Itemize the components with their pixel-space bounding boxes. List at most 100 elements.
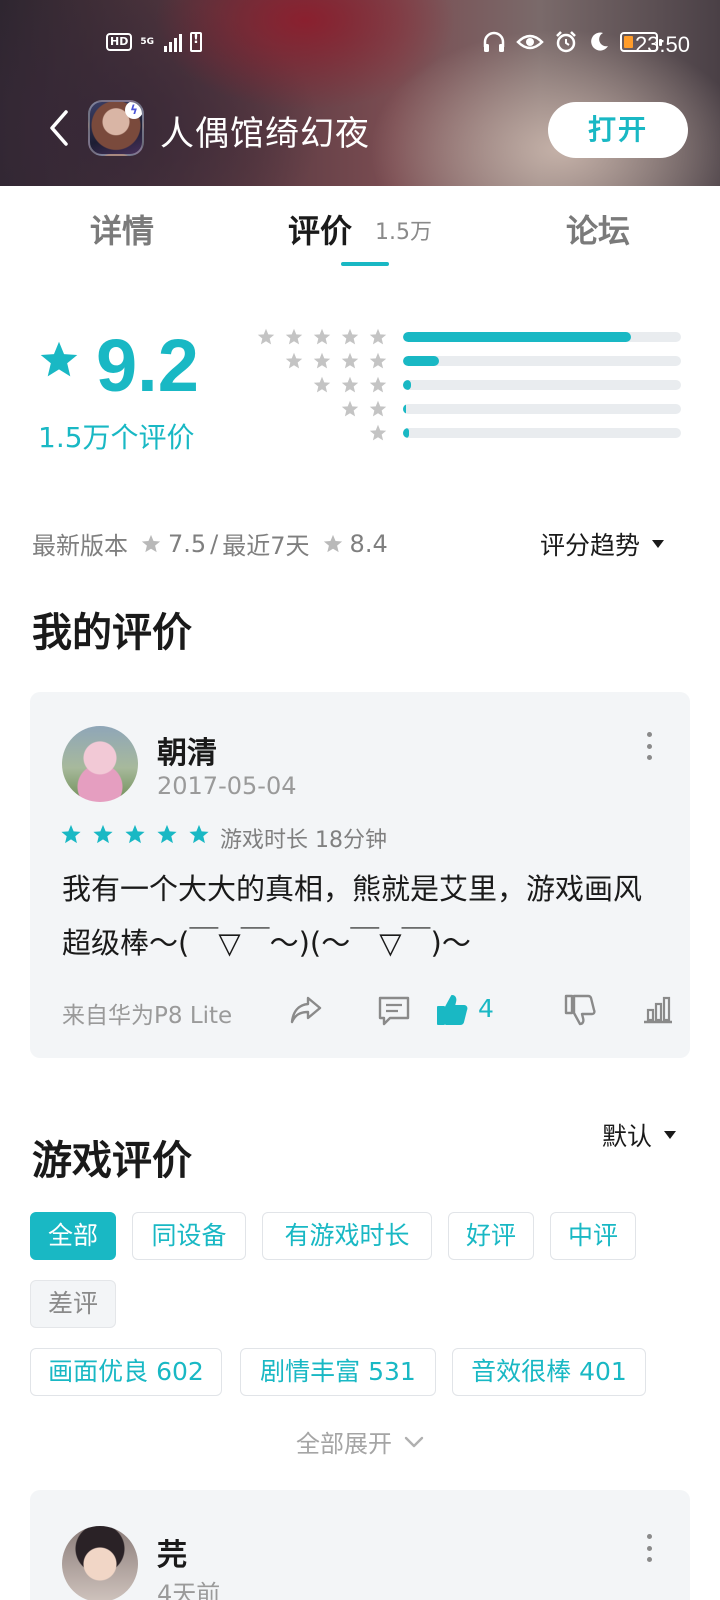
- app-icon[interactable]: ϟ: [88, 100, 144, 156]
- version-separator: /: [210, 529, 219, 558]
- star-icon: [369, 400, 387, 417]
- star-icon: [285, 328, 303, 345]
- review-date: 2017-05-04: [157, 772, 297, 800]
- star-icon: [125, 824, 145, 844]
- caret-down-icon: [652, 540, 665, 548]
- filter-neutral[interactable]: 中评: [550, 1212, 636, 1260]
- distribution-bar-track: [403, 332, 681, 342]
- my-review-title: 我的评价: [32, 610, 192, 656]
- like-count: 4: [478, 994, 494, 1023]
- star-icon: [141, 534, 161, 552]
- distribution-row-2-star: [258, 397, 688, 421]
- stats-icon[interactable]: [640, 992, 676, 1028]
- distribution-row-3-star: [258, 373, 688, 397]
- version-rating-line: 最新版本 7.5 / 最近7天 8.4: [32, 526, 388, 561]
- review-stars: [60, 824, 210, 845]
- hd-indicator: HD: [106, 33, 133, 51]
- distribution-row-4-star: [258, 349, 688, 373]
- eye-icon: [516, 34, 544, 50]
- star-icon: [323, 534, 342, 552]
- game-review-card: 芫 4天前: [30, 1490, 690, 1600]
- avatar[interactable]: [62, 726, 138, 802]
- more-options-button[interactable]: [644, 1534, 654, 1562]
- rating-trend-label: 评分趋势: [540, 531, 641, 560]
- tag-story[interactable]: 剧情丰富 531: [240, 1348, 436, 1396]
- star-icon: [369, 328, 387, 345]
- tab-reviews[interactable]: 评价: [288, 206, 352, 252]
- filter-all[interactable]: 全部: [30, 1212, 116, 1260]
- back-button[interactable]: [40, 106, 80, 150]
- tab-details[interactable]: 详情: [90, 206, 154, 252]
- distribution-stars: [368, 424, 388, 442]
- rating-count: 1.5万个评价: [38, 421, 195, 454]
- review-username[interactable]: 朝清: [157, 728, 217, 772]
- distribution-bar-fill: [403, 404, 406, 414]
- expand-all-button[interactable]: 全部展开: [296, 1424, 424, 1459]
- app-header: HD 5G 23:50 ϟ 人偶馆绮幻夜 打开: [0, 0, 720, 186]
- distribution-bar-fill: [403, 428, 409, 438]
- distribution-row-5-star: [257, 325, 688, 349]
- latest-version-score: 7.5: [168, 529, 207, 558]
- distribution-bar-track: [403, 404, 681, 414]
- star-icon: [341, 376, 359, 393]
- headphones-icon: [483, 31, 505, 52]
- distribution-bar-fill: [403, 380, 412, 390]
- recent-7-days-label: 最近7天: [222, 532, 310, 560]
- moon-icon: [591, 32, 608, 51]
- rating-distribution: [257, 325, 688, 445]
- tab-forum[interactable]: 论坛: [566, 206, 630, 252]
- distribution-bar-fill: [403, 332, 631, 342]
- signal-icon: [164, 32, 182, 52]
- star-icon: [93, 824, 113, 844]
- caret-down-icon: [664, 1131, 677, 1139]
- star-icon: [61, 824, 81, 844]
- star-icon: [313, 376, 331, 393]
- star-icon: [257, 328, 275, 345]
- tab-bar: 详情 评价 1.5万 论坛: [0, 186, 720, 272]
- lightning-badge-icon: ϟ: [125, 102, 142, 119]
- star-icon: [40, 341, 78, 377]
- star-icon: [341, 352, 359, 369]
- star-icon: [189, 824, 209, 844]
- more-options-button[interactable]: [644, 732, 654, 760]
- tag-sound[interactable]: 音效很棒 401: [452, 1348, 646, 1396]
- thumbs-down-icon[interactable]: [562, 992, 598, 1028]
- avatar[interactable]: [62, 1526, 138, 1600]
- distribution-stars: [340, 400, 388, 418]
- network-type: 5G: [140, 36, 154, 47]
- comment-icon[interactable]: [376, 992, 412, 1028]
- review-actions: 来自华为P8 Lite 4: [62, 992, 672, 1029]
- tag-graphics[interactable]: 画面优良 602: [30, 1348, 222, 1396]
- share-icon[interactable]: [288, 992, 324, 1028]
- latest-version-label: 最新版本: [32, 532, 128, 560]
- expand-all-label: 全部展开: [296, 1430, 392, 1458]
- my-review-card: 朝清 2017-05-04 游戏时长 18分钟 我有一个大大的真相，熊就是艾里，…: [30, 692, 690, 1058]
- star-icon: [369, 376, 387, 393]
- rating-score: 9.2: [96, 324, 199, 407]
- sort-dropdown[interactable]: 默认: [602, 1117, 677, 1153]
- star-icon: [369, 424, 387, 441]
- review-username[interactable]: 芫: [157, 1530, 187, 1574]
- filter-negative[interactable]: 差评: [30, 1280, 116, 1328]
- thumbs-up-icon[interactable]: [434, 992, 470, 1028]
- sim-alert-icon: [190, 32, 202, 52]
- filter-same-device[interactable]: 同设备: [132, 1212, 246, 1260]
- star-icon: [341, 328, 359, 345]
- open-button[interactable]: 打开: [548, 102, 688, 158]
- game-reviews-title: 游戏评价: [32, 1138, 192, 1184]
- review-date: 4天前: [157, 1580, 221, 1600]
- star-icon: [157, 824, 177, 844]
- filter-positive[interactable]: 好评: [448, 1212, 534, 1260]
- review-text[interactable]: 我有一个大大的真相，熊就是艾里，游戏画风超级棒～(￣▽￣～)(～￣▽￣)～: [62, 862, 662, 970]
- distribution-bar-track: [403, 428, 681, 438]
- recent-7-days-score: 8.4: [349, 529, 388, 558]
- rating-trend-button[interactable]: 评分趋势: [540, 526, 665, 562]
- chevron-down-icon: [404, 1436, 424, 1447]
- app-title: 人偶馆绮幻夜: [160, 114, 370, 154]
- distribution-bar-track: [403, 356, 681, 366]
- app-nav-bar: ϟ 人偶馆绮幻夜 打开: [0, 96, 720, 162]
- review-device: 来自华为P8 Lite: [62, 1003, 233, 1029]
- distribution-stars: [312, 376, 388, 394]
- star-icon: [285, 352, 303, 369]
- filter-has-playtime[interactable]: 有游戏时长: [262, 1212, 432, 1260]
